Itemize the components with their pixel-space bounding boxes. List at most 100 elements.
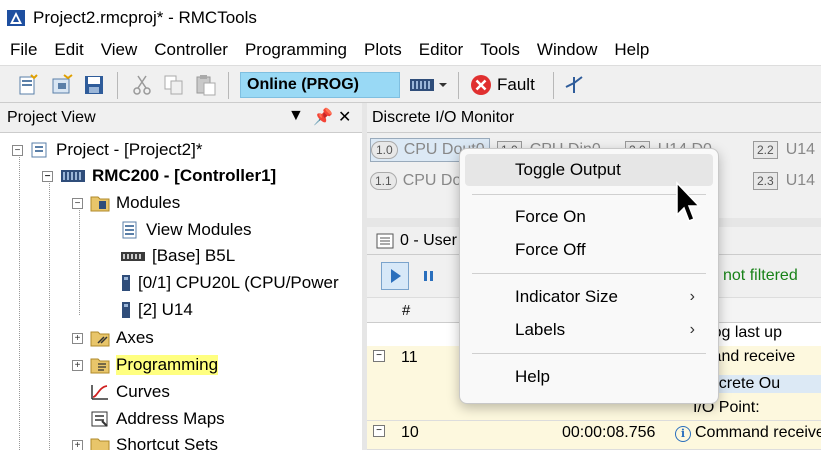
column-header-number[interactable]: #: [402, 302, 410, 319]
project-view-header: Project View ▼ 📌 ✕: [0, 103, 362, 133]
row-time: 00:00:08.756: [562, 424, 656, 441]
tree-item-base[interactable]: [Base] B5L: [102, 243, 235, 269]
controller-dropdown-icon[interactable]: [408, 73, 448, 97]
menu-help[interactable]: Help: [614, 40, 649, 60]
filter-status: not filtered: [723, 267, 798, 284]
chevron-right-icon: ›: [689, 321, 695, 338]
tree-item-modules[interactable]: − Modules: [72, 190, 180, 216]
event-log-icon: [376, 233, 394, 248]
io-label: U14: [785, 172, 816, 189]
mouse-cursor-icon: [676, 181, 701, 222]
tree-item-address-maps[interactable]: Address Maps: [72, 406, 225, 432]
menu-separator: [472, 273, 706, 274]
expand-icon[interactable]: +: [72, 360, 83, 371]
row-number: 11: [401, 349, 418, 366]
menu-controller[interactable]: Controller: [154, 40, 228, 60]
expand-icon[interactable]: +: [72, 440, 83, 450]
pause-icon: [424, 271, 433, 281]
io-indicator[interactable]: 1.1 CPU Do: [370, 169, 461, 193]
tree-label: Programming: [116, 355, 219, 375]
tree-item-controller[interactable]: − RMC200 - [Controller1]: [42, 163, 276, 189]
collapse-icon[interactable]: −: [373, 350, 385, 362]
pause-button[interactable]: [417, 262, 441, 290]
dio-monitor-header: Discrete I/O Monitor: [367, 103, 821, 133]
module-icon: [122, 275, 130, 291]
copy-icon[interactable]: [162, 73, 186, 97]
collapse-icon[interactable]: −: [42, 171, 53, 182]
new-project-icon[interactable]: [16, 73, 40, 97]
tree-item-project[interactable]: − Project - [Project2]*: [12, 137, 202, 163]
tree-label: [Base] B5L: [152, 246, 236, 265]
address-maps-icon: [91, 411, 108, 427]
menu-item-force-off[interactable]: Force Off: [465, 234, 713, 266]
folder-icon: [90, 331, 110, 347]
tree-line: [79, 207, 80, 315]
menu-item-label: Force On: [515, 207, 586, 226]
collapse-icon[interactable]: −: [373, 425, 385, 437]
collapse-icon[interactable]: −: [12, 145, 23, 156]
menu-edit[interactable]: Edit: [54, 40, 83, 60]
info-icon: i: [675, 426, 691, 442]
tree-label: Address Maps: [116, 409, 225, 428]
tree-item-shortcut-sets[interactable]: + Shortcut Sets: [72, 432, 218, 450]
view-modules-icon: [122, 221, 137, 239]
main-toolbar: Online (PROG) Fault: [0, 65, 821, 103]
window-title: Project2.rmcproj* - RMCTools: [33, 8, 257, 27]
open-project-icon[interactable]: [50, 73, 74, 97]
close-pane-icon[interactable]: ✕: [338, 107, 351, 127]
io-indicator[interactable]: 2.3 U14: [753, 169, 815, 193]
menu-tools[interactable]: Tools: [480, 40, 520, 60]
menu-separator: [472, 353, 706, 354]
menu-programming[interactable]: Programming: [245, 40, 347, 60]
online-mode-indicator[interactable]: Online (PROG): [240, 72, 400, 98]
toolbar-separator: [458, 72, 459, 99]
row-number: 10: [401, 424, 419, 441]
fault-button[interactable]: Fault: [470, 72, 535, 98]
io-label: U14: [785, 141, 816, 158]
toolbar-separator: [553, 72, 554, 99]
cut-icon[interactable]: [130, 73, 154, 97]
project-tree: − Project - [Project2]* − RMC200 - [Cont…: [0, 133, 362, 450]
project-icon: [31, 142, 47, 158]
play-button[interactable]: [381, 262, 409, 290]
collapse-icon[interactable]: −: [72, 198, 83, 209]
rmctools-window: Project2.rmcproj* - RMCTools File Edit V…: [0, 0, 821, 450]
menu-file[interactable]: File: [10, 40, 37, 60]
paste-icon[interactable]: [194, 73, 218, 97]
table-row[interactable]: − 10 00:00:08.756 i Command receive: [367, 421, 821, 450]
menu-item-help[interactable]: Help: [465, 361, 713, 393]
chevron-right-icon: ›: [689, 288, 695, 305]
menu-plots[interactable]: Plots: [364, 40, 402, 60]
connect-icon[interactable]: [562, 73, 586, 97]
menu-editor[interactable]: Editor: [419, 40, 463, 60]
tree-label: [2] U14: [138, 300, 193, 319]
tree-item-curves[interactable]: Curves: [72, 379, 170, 405]
menu-view[interactable]: View: [101, 40, 138, 60]
row-message: i Command receive: [675, 424, 821, 442]
menu-item-label: Labels: [515, 320, 566, 339]
menu-item-labels[interactable]: Labels ›: [465, 314, 713, 346]
folder-icon: [90, 438, 110, 450]
save-icon[interactable]: [82, 73, 106, 97]
menu-window[interactable]: Window: [537, 40, 597, 60]
tree-item-u14[interactable]: [2] U14: [102, 297, 193, 323]
tree-label: Axes: [116, 328, 154, 347]
pane-menu-icon[interactable]: ▼: [288, 107, 304, 125]
menu-item-label: Indicator Size: [515, 287, 618, 306]
tree-line: [19, 153, 20, 450]
expand-icon[interactable]: +: [72, 333, 83, 344]
toolbar-separator: [117, 72, 118, 99]
menu-item-label: Help: [515, 367, 550, 386]
tree-item-cpu[interactable]: [0/1] CPU20L (CPU/Power: [102, 270, 339, 296]
tree-item-axes[interactable]: + Axes: [72, 325, 154, 351]
tree-item-view-modules[interactable]: View Modules: [102, 217, 252, 243]
menu-item-indicator-size[interactable]: Indicator Size ›: [465, 281, 713, 313]
module-icon: [122, 302, 130, 318]
project-view-title: Project View: [7, 108, 96, 126]
pin-icon[interactable]: 📌: [313, 107, 333, 127]
tree-item-programming[interactable]: + Programming: [72, 352, 219, 378]
tree-label: Project - [Project2]*: [56, 140, 203, 159]
title-bar: Project2.rmcproj* - RMCTools: [0, 0, 821, 36]
folder-icon: [90, 358, 110, 374]
io-indicator[interactable]: 2.2 U14: [753, 138, 815, 162]
